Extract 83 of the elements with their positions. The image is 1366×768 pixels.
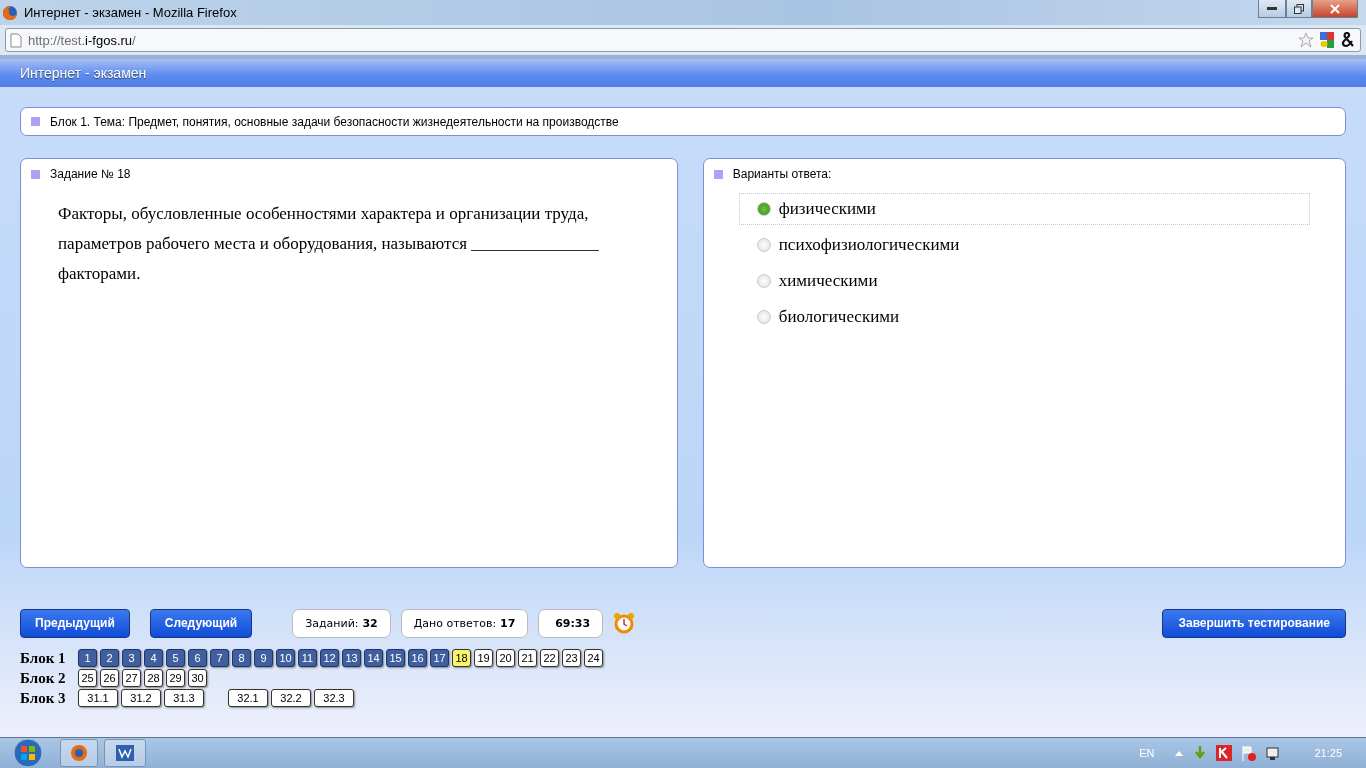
question-number-button[interactable]: 32.3: [314, 689, 354, 707]
bullet-icon: [713, 169, 723, 179]
restore-button[interactable]: [1286, 0, 1312, 18]
question-number-button[interactable]: 9: [254, 649, 273, 667]
question-number-button[interactable]: 31.3: [164, 689, 204, 707]
radio-button-icon: [756, 274, 771, 288]
radio-button-icon: [756, 310, 771, 324]
browser-logo-icon: [2, 4, 18, 21]
minimize-button[interactable]: [1258, 0, 1286, 18]
question-number-button[interactable]: 32.2: [271, 689, 311, 707]
bullet-icon: [31, 169, 40, 179]
question-number-button[interactable]: 32.1: [228, 689, 268, 707]
close-button[interactable]: [1312, 0, 1358, 18]
toolbar-extension-icon[interactable]: [1320, 32, 1334, 48]
bullet-icon: [31, 117, 40, 126]
answer-option[interactable]: биологическими: [738, 301, 1310, 333]
question-number-button[interactable]: 23: [562, 649, 581, 667]
question-number-button[interactable]: 27: [122, 669, 141, 687]
topic-text: Блок 1. Тема: Предмет, понятия, основные задачи безопасности жизнедеятельности на производстве: [50, 114, 619, 129]
minimize-icon: [1267, 6, 1277, 11]
answer-option[interactable]: психофизиологическими: [738, 229, 1310, 261]
stat-counter: Дано ответов: 17: [400, 608, 529, 638]
question-number-button[interactable]: 7: [210, 649, 229, 667]
answer-option[interactable]: химическими: [738, 265, 1310, 297]
block-label: Блок 1: [20, 649, 67, 667]
restore-icon: [1294, 3, 1304, 14]
question-number-button[interactable]: 4: [144, 649, 163, 667]
question-number-button[interactable]: 14: [364, 649, 383, 667]
ampersand-extension-icon[interactable]: [1340, 32, 1356, 48]
page-icon: [10, 32, 22, 48]
alarm-clock-icon: [613, 612, 636, 634]
radio-button-icon: [756, 238, 771, 252]
question-number-button[interactable]: 29: [166, 669, 185, 687]
finish-test-button[interactable]: Завершить тестирование: [1162, 608, 1346, 638]
question-number-button[interactable]: 20: [496, 649, 515, 667]
question-number-button[interactable]: 6: [188, 649, 207, 667]
question-number-button[interactable]: 30: [188, 669, 207, 687]
question-number-button[interactable]: 31.1: [78, 689, 118, 707]
clock: 21:25: [1314, 747, 1342, 759]
next-button[interactable]: Следующий: [149, 608, 253, 638]
question-number-button[interactable]: 31.2: [121, 689, 161, 707]
close-icon: [1330, 3, 1340, 14]
browser-logo-icon: [70, 744, 88, 762]
question-number-button[interactable]: 1: [78, 649, 97, 667]
previous-button[interactable]: Предыдущий: [20, 608, 130, 638]
answer-option[interactable]: физическими: [738, 193, 1310, 225]
question-number-button[interactable]: 26: [100, 669, 119, 687]
question-number-button[interactable]: 19: [474, 649, 493, 667]
question-number-button[interactable]: 2: [100, 649, 119, 667]
question-number-button[interactable]: 10: [276, 649, 295, 667]
question-number-button[interactable]: 17: [430, 649, 449, 667]
question-number-button[interactable]: 25: [78, 669, 97, 687]
question-title: Задание № 18: [50, 167, 131, 181]
antivirus-icon[interactable]: [1216, 745, 1233, 761]
stat-counter: Заданий: 32: [292, 608, 391, 638]
question-number-button[interactable]: 21: [518, 649, 537, 667]
star-icon[interactable]: [1298, 32, 1314, 48]
question-number-button[interactable]: 22: [540, 649, 559, 667]
flag-warning-icon[interactable]: [1240, 745, 1257, 761]
document-app-icon: [116, 745, 134, 761]
question-number-button[interactable]: 12: [320, 649, 339, 667]
question-number-button[interactable]: 13: [342, 649, 361, 667]
question-number-button[interactable]: 8: [232, 649, 251, 667]
question-text: Факторы, обусловленные особенностями характера и организации труда, параметров рабочего места и оборудования, называются _______________ факторами.: [58, 203, 600, 285]
block-label: Блок 3: [20, 689, 67, 707]
question-number-button[interactable]: 11: [298, 649, 317, 667]
answers-title: Варианты ответа:: [732, 167, 832, 181]
stat-counter: 69:33: [538, 608, 604, 638]
radio-button-icon: [756, 202, 771, 216]
question-number-button[interactable]: 28: [144, 669, 163, 687]
question-number-button[interactable]: 24: [584, 649, 603, 667]
network-icon[interactable]: [1264, 745, 1281, 761]
question-number-button[interactable]: 5: [166, 649, 185, 667]
block-label: Блок 2: [20, 669, 67, 687]
question-number-button[interactable]: 3: [122, 649, 141, 667]
window-title: Интернет - экзамен - Mozilla Firefox: [24, 5, 238, 20]
taskbar-document-button[interactable]: [104, 739, 146, 767]
app-title: Интернет - экзамен: [20, 65, 147, 81]
taskbar-browser-button[interactable]: [60, 739, 98, 767]
question-number-button[interactable]: 16: [408, 649, 427, 667]
question-number-button[interactable]: 18: [452, 649, 471, 667]
question-number-button[interactable]: 15: [386, 649, 405, 667]
address-field[interactable]: http://test.i-fgos.ru/: [5, 28, 1361, 52]
